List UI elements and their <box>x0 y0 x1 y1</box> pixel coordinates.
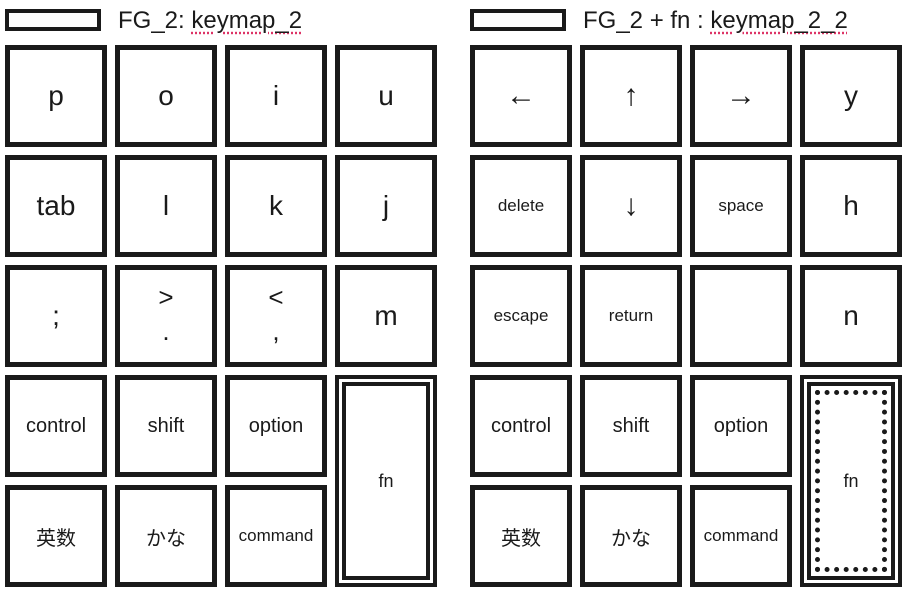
key-comma[interactable]: <, <box>225 265 327 367</box>
key-return[interactable]: return <box>580 265 682 367</box>
key-label: fn <box>378 470 394 491</box>
key-option[interactable]: option <box>690 375 792 477</box>
key-kana[interactable]: かな <box>115 485 217 587</box>
key-shift-label: < <box>268 282 284 312</box>
key-up-arrow[interactable]: ↑ <box>580 45 682 147</box>
key-right-arrow[interactable]: → <box>690 45 792 147</box>
key-label: u <box>378 80 394 111</box>
key-label: escape <box>493 306 549 325</box>
key-blank[interactable] <box>690 265 792 367</box>
key-l[interactable]: l <box>115 155 217 257</box>
key-label: . <box>162 316 170 346</box>
key-n[interactable]: n <box>800 265 902 367</box>
key-label: m <box>374 300 398 331</box>
key-u[interactable]: u <box>335 45 437 147</box>
panel-title: FG_2 + fn : keymap_2_2 <box>583 7 848 35</box>
key-label: ; <box>52 300 60 331</box>
panel-header: FG_2: keymap_2 <box>5 7 445 36</box>
title-keymap-name: keymap_2 <box>191 7 303 34</box>
key-m[interactable]: m <box>335 265 437 367</box>
key-label: control <box>25 414 87 437</box>
key-label: shift <box>147 414 185 437</box>
key-label: j <box>382 190 390 221</box>
key-k[interactable]: k <box>225 155 327 257</box>
key-shift[interactable]: shift <box>115 375 217 477</box>
key-label: y <box>844 80 858 111</box>
key-label: n <box>843 300 859 331</box>
key-i[interactable]: i <box>225 45 327 147</box>
key-y[interactable]: y <box>800 45 902 147</box>
key-label: k <box>269 190 283 221</box>
fn-active-indicator: fn <box>815 390 887 572</box>
key-eisu[interactable]: 英数 <box>5 485 107 587</box>
fn-key-inner-border: fn <box>342 382 430 580</box>
key-eisu[interactable]: 英数 <box>470 485 572 587</box>
key-label: shift <box>612 414 650 437</box>
key-escape[interactable]: escape <box>470 265 572 367</box>
key-label: delete <box>497 196 545 215</box>
fn-key-inner-border: fn <box>807 382 895 580</box>
key-shift-label: > <box>158 282 174 312</box>
key-label: i <box>272 80 280 111</box>
key-label: , <box>272 316 280 346</box>
key-label: command <box>238 526 314 545</box>
keymap-panel-base: FG_2: keymap_2 p o i u tab l k j; >. <, m control sh… <box>5 0 445 597</box>
key-label: space <box>718 196 764 215</box>
key-command[interactable]: command <box>225 485 327 587</box>
key-label: tab <box>36 190 76 221</box>
key-left-arrow[interactable]: ← <box>470 45 572 147</box>
key-delete[interactable]: delete <box>470 155 572 257</box>
title-prefix: FG_2 + fn : <box>583 7 711 34</box>
keymap-panel-fn: FG_2 + fn : keymap_2_2 ← ↑ → y delete ↓ space h… <box>470 0 907 597</box>
key-label: → <box>726 79 756 112</box>
fn-key-face: fn <box>346 386 426 576</box>
key-control[interactable]: control <box>5 375 107 477</box>
key-space[interactable]: space <box>690 155 792 257</box>
key-semicolon[interactable]: ; <box>5 265 107 367</box>
title-prefix: FG_2: <box>118 7 192 34</box>
key-label: option <box>248 414 304 437</box>
key-o[interactable]: o <box>115 45 217 147</box>
key-label: p <box>48 80 64 111</box>
key-j[interactable]: j <box>335 155 437 257</box>
key-kana[interactable]: かな <box>580 485 682 587</box>
key-label: h <box>843 190 859 221</box>
key-down-arrow[interactable]: ↓ <box>580 155 682 257</box>
key-fn[interactable]: fn <box>800 375 902 587</box>
key-label: o <box>158 80 174 111</box>
key-shift[interactable]: shift <box>580 375 682 477</box>
key-p[interactable]: p <box>5 45 107 147</box>
key-label: l <box>162 190 170 221</box>
key-label: かな <box>611 527 651 550</box>
key-label: 英数 <box>501 527 541 550</box>
key-label: ← <box>506 79 536 112</box>
key-label: command <box>703 526 779 545</box>
key-label: option <box>713 414 769 437</box>
panel-header: FG_2 + fn : keymap_2_2 <box>470 7 907 36</box>
key-fn[interactable]: fn <box>335 375 437 587</box>
key-label: ↑ <box>623 79 639 112</box>
key-label: fn <box>843 470 859 491</box>
key-label: かな <box>146 527 186 550</box>
key-label: 英数 <box>36 527 76 550</box>
key-h[interactable]: h <box>800 155 902 257</box>
key-control[interactable]: control <box>470 375 572 477</box>
panel-title: FG_2: keymap_2 <box>118 7 302 35</box>
header-swatch <box>470 9 566 31</box>
key-label: control <box>490 414 552 437</box>
key-label: ↓ <box>623 189 639 222</box>
key-tab[interactable]: tab <box>5 155 107 257</box>
title-keymap-name: keymap_2_2 <box>710 7 848 34</box>
key-period[interactable]: >. <box>115 265 217 367</box>
key-command[interactable]: command <box>690 485 792 587</box>
header-swatch <box>5 9 101 31</box>
key-label: return <box>608 306 654 325</box>
key-option[interactable]: option <box>225 375 327 477</box>
